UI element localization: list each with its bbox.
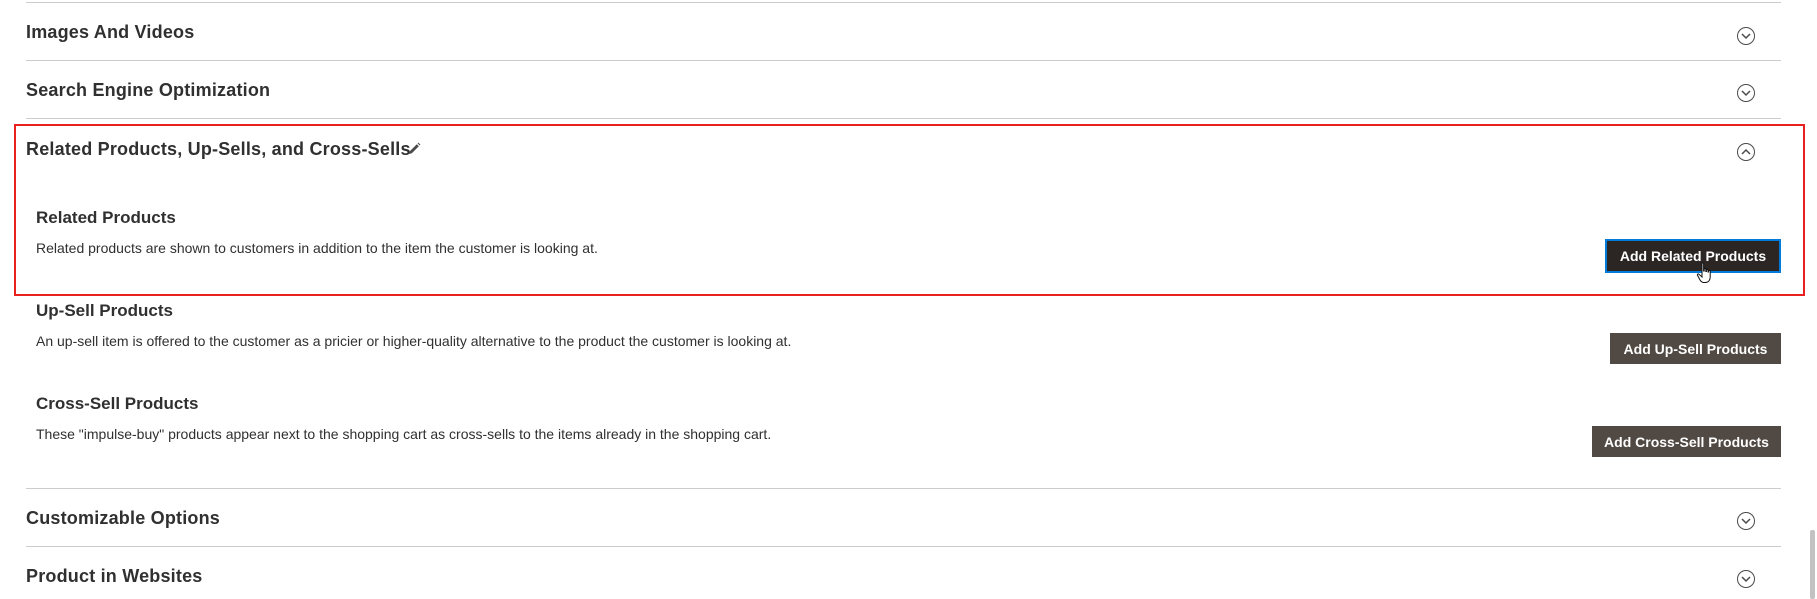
cross-sell-products-description: These "impulse-buy" products appear next… — [36, 426, 772, 442]
add-related-products-button[interactable]: Add Related Products — [1605, 239, 1781, 273]
section-title[interactable]: Images And Videos — [26, 22, 194, 43]
related-products-title: Related Products — [36, 208, 176, 227]
chevron-down-circle-icon[interactable] — [1737, 570, 1755, 588]
related-products-description: Related products are shown to customers … — [36, 240, 598, 256]
section-search-engine-optimization[interactable]: Search Engine Optimization — [26, 60, 1781, 118]
hand-pointer-icon — [1696, 262, 1714, 284]
add-up-sell-products-button[interactable]: Add Up-Sell Products — [1610, 333, 1781, 364]
section-customizable-options[interactable]: Customizable Options — [26, 488, 1781, 546]
cross-sell-products-title: Cross-Sell Products — [36, 394, 199, 413]
pencil-icon[interactable] — [406, 141, 422, 157]
chevron-down-circle-icon[interactable] — [1737, 27, 1755, 45]
section-related-products-header[interactable]: Related Products, Up-Sells, and Cross-Se… — [26, 118, 1781, 178]
chevron-down-circle-icon[interactable] — [1737, 512, 1755, 530]
section-product-in-websites[interactable]: Product in Websites — [26, 546, 1781, 599]
up-sell-products-title: Up-Sell Products — [36, 301, 173, 320]
section-title[interactable]: Search Engine Optimization — [26, 80, 270, 101]
chevron-down-circle-icon[interactable] — [1737, 84, 1755, 102]
product-edit-page: Images And Videos Search Engine Optimiza… — [0, 0, 1817, 599]
scrollbar-thumb[interactable] — [1810, 530, 1815, 599]
chevron-up-circle-icon[interactable] — [1737, 143, 1755, 161]
section-title[interactable]: Related Products, Up-Sells, and Cross-Se… — [26, 139, 411, 160]
section-images-and-videos[interactable]: Images And Videos — [26, 2, 1781, 60]
add-cross-sell-products-button[interactable]: Add Cross-Sell Products — [1592, 426, 1781, 457]
section-title[interactable]: Customizable Options — [26, 508, 220, 529]
up-sell-products-description: An up-sell item is offered to the custom… — [36, 333, 792, 349]
section-title[interactable]: Product in Websites — [26, 566, 203, 587]
